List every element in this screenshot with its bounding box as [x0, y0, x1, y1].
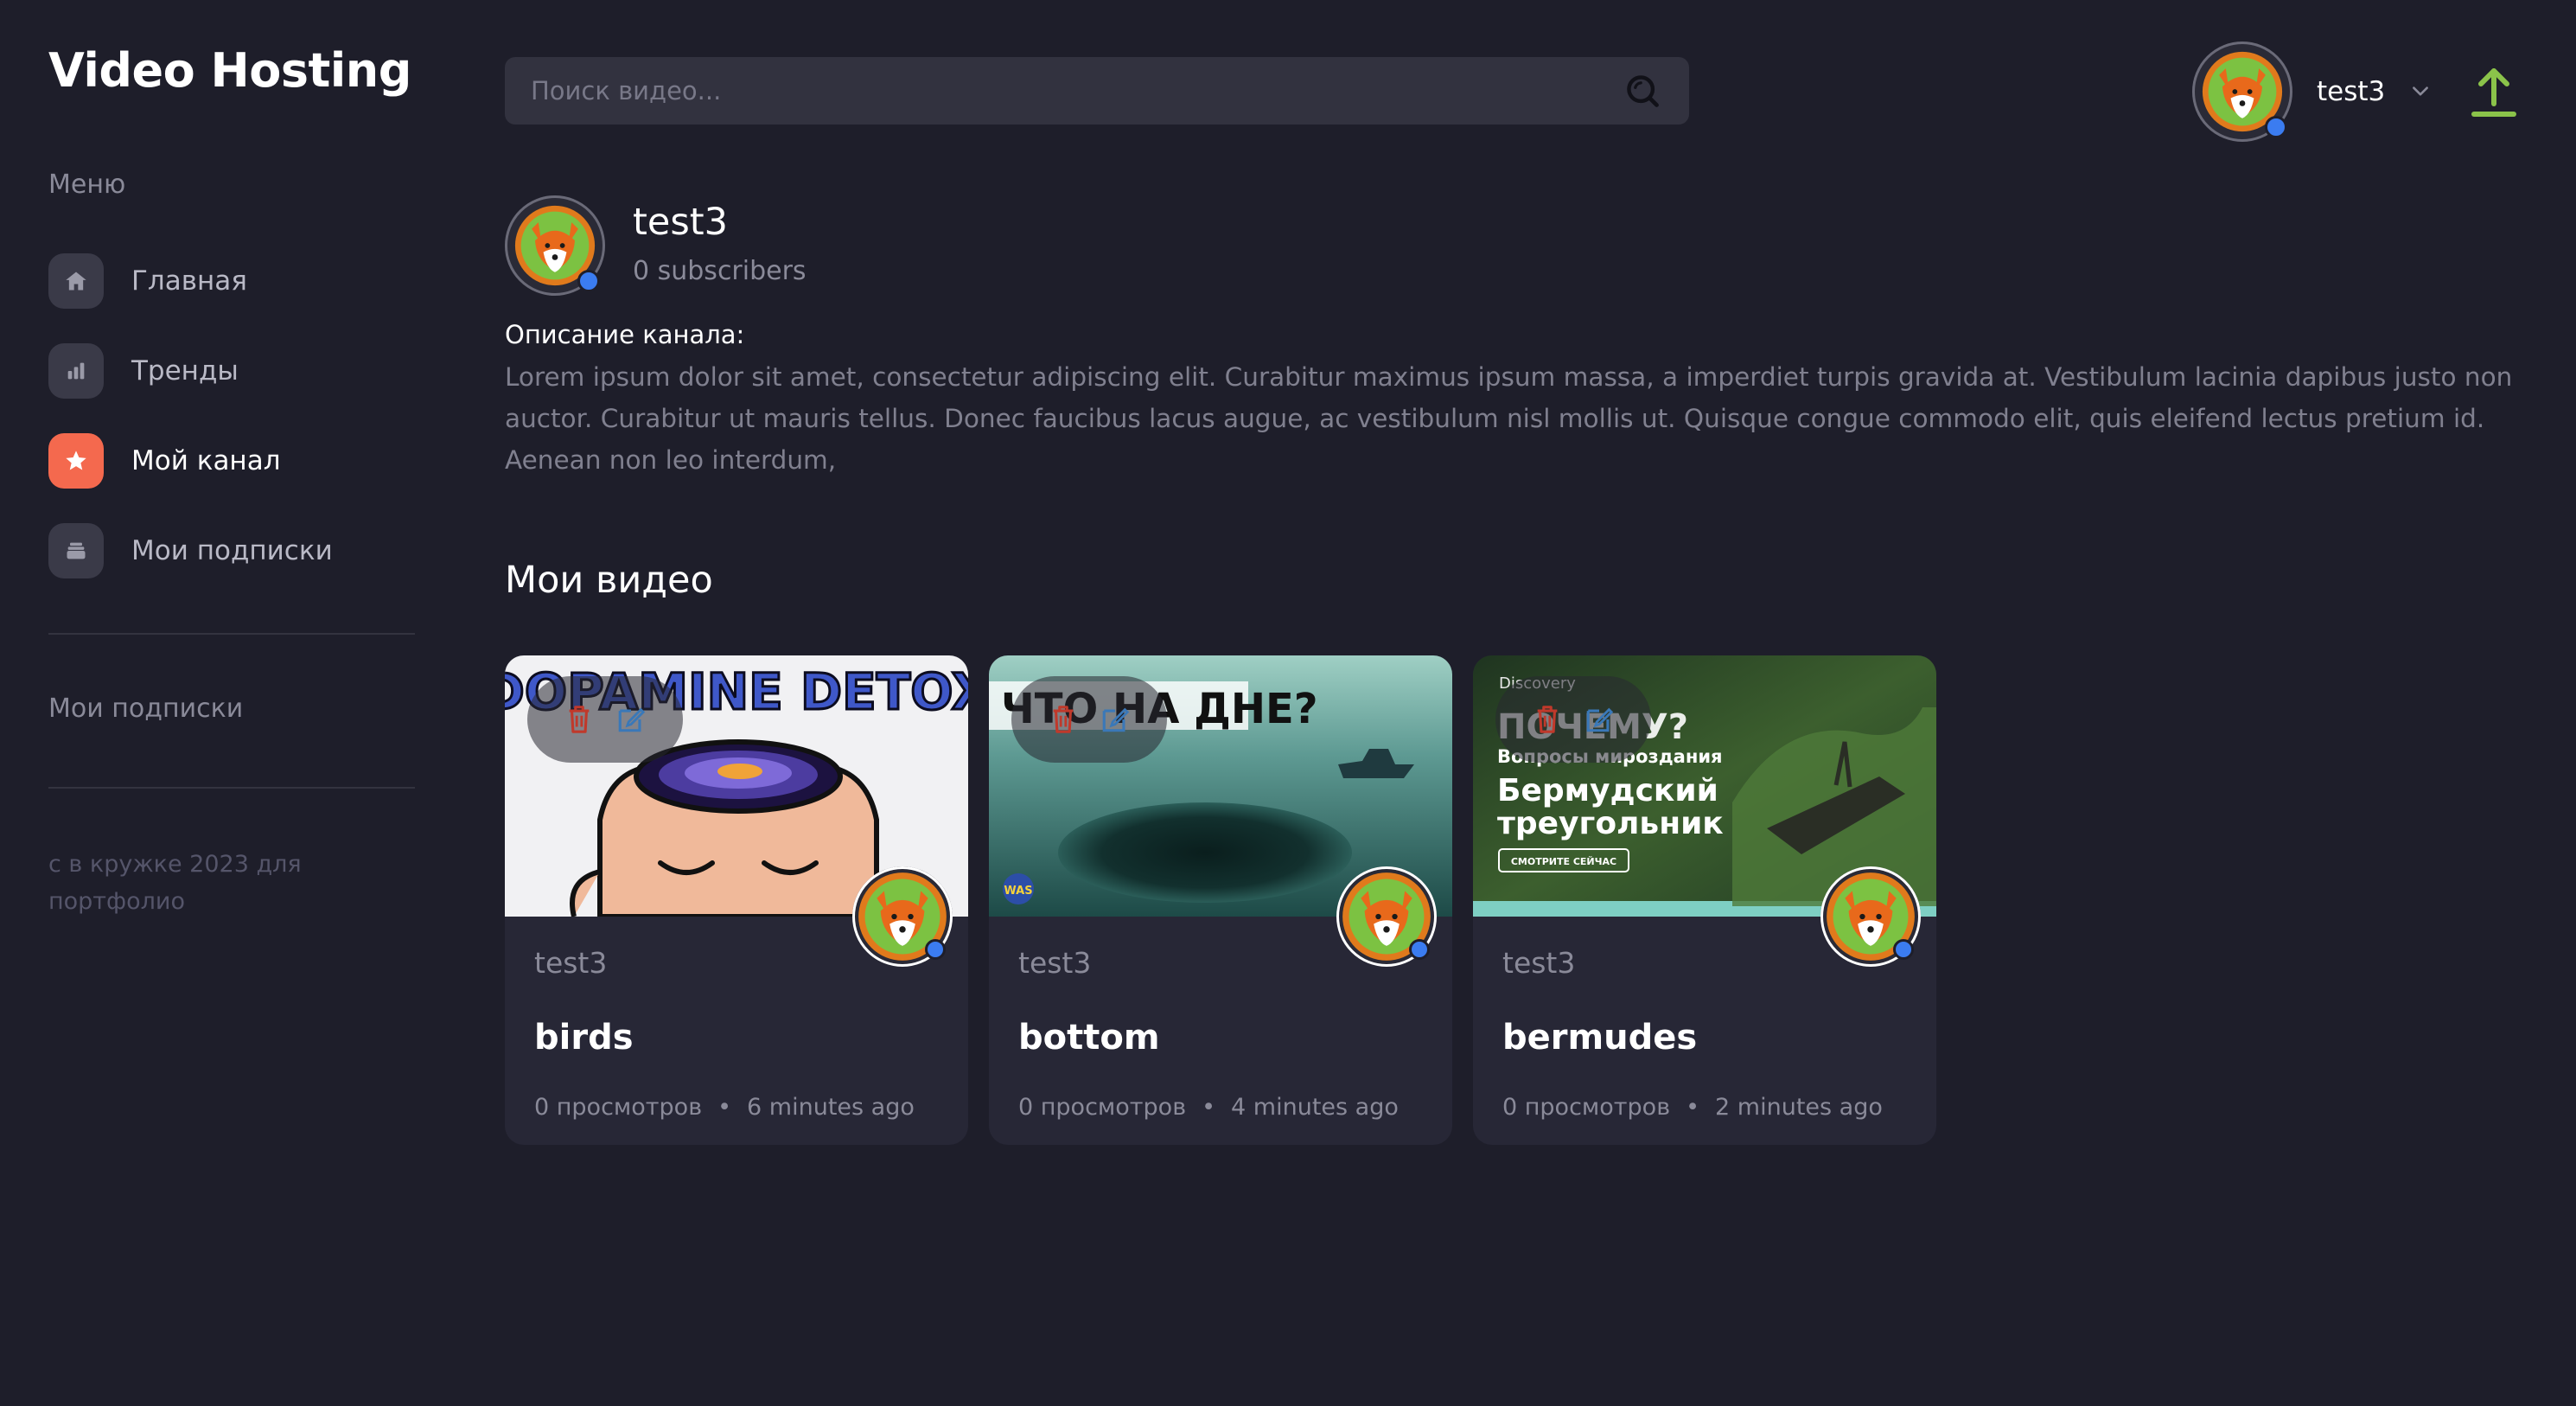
trash-icon [569, 706, 590, 733]
menu-caption: Меню [48, 169, 126, 200]
subscriber-count: 0 subscribers [633, 256, 807, 286]
home-icon [48, 253, 104, 309]
view-count: 0 просмотров [534, 1094, 703, 1121]
upload-time: 4 minutes ago [1231, 1094, 1399, 1121]
edit-button[interactable] [1582, 700, 1616, 738]
video-stats: 0 просмотров • 2 minutes ago [1502, 1094, 1910, 1121]
sidebar-nav: Главная Тренды Мой канал Мои подписки [48, 252, 420, 612]
sidebar-item-home[interactable]: Главная [48, 252, 420, 310]
video-stats: 0 просмотров • 4 minutes ago [1018, 1094, 1426, 1121]
stats-separator: • [1686, 1094, 1700, 1121]
video-card[interactable]: DOPAMINE DETOX test3 birds 0 просмотров … [505, 655, 968, 1145]
video-author[interactable]: test3 [1502, 946, 1910, 980]
video-grid: DOPAMINE DETOX test3 birds 0 просмотров … [505, 655, 1957, 1145]
video-author[interactable]: test3 [1018, 946, 1426, 980]
star-icon [48, 433, 104, 489]
view-count: 0 просмотров [1018, 1094, 1187, 1121]
sidebar-item-subscriptions[interactable]: Мои подписки [48, 522, 420, 579]
stats-separator: • [717, 1094, 732, 1121]
user-menu[interactable]: test3 [2192, 42, 2432, 142]
upload-button[interactable] [2471, 66, 2517, 118]
chevron-down-icon [2413, 86, 2429, 96]
subscriptions-caption: Мои подписки [48, 693, 244, 724]
thumb-watch-now: СМОТРИТЕ СЕЙЧАС [1511, 856, 1616, 867]
upload-icon [2471, 68, 2516, 117]
thumb-line-2: треугольник [1497, 806, 1724, 841]
edit-icon [1102, 707, 1130, 732]
description-title: Описание канала: [505, 320, 745, 349]
verified-badge [2265, 116, 2287, 138]
video-title[interactable]: birds [534, 1018, 942, 1058]
card-actions [1495, 676, 1651, 763]
upload-time: 2 minutes ago [1715, 1094, 1883, 1121]
sidebar-item-label: Главная [131, 265, 247, 297]
inbox-icon [48, 523, 104, 578]
search-button[interactable] [1622, 70, 1663, 112]
sidebar-item-label: Мой канал [131, 445, 281, 476]
section-title: Мои видео [505, 559, 713, 602]
sidebar-item-label: Мои подписки [131, 535, 333, 566]
user-name: test3 [2317, 76, 2386, 107]
sidebar: Video Hosting Меню Главная Тренды Мой ка… [0, 0, 467, 1406]
card-actions [1011, 676, 1167, 763]
delete-button[interactable] [562, 700, 596, 738]
delete-button[interactable] [1046, 700, 1081, 738]
sidebar-item-label: Тренды [131, 355, 239, 387]
upload-time: 6 minutes ago [747, 1094, 915, 1121]
video-title[interactable]: bermudes [1502, 1018, 1910, 1058]
sidebar-item-trends[interactable]: Тренды [48, 342, 420, 399]
trash-icon [1537, 706, 1558, 733]
chart-icon [48, 343, 104, 399]
delete-button[interactable] [1530, 700, 1565, 738]
trash-icon [1053, 706, 1074, 733]
view-count: 0 просмотров [1502, 1094, 1671, 1121]
video-stats: 0 просмотров • 6 minutes ago [534, 1094, 942, 1121]
channel-header: test3 0 subscribers [505, 195, 807, 296]
edit-button[interactable] [614, 700, 648, 738]
sidebar-divider [48, 787, 415, 789]
video-card[interactable]: Discovery ПОЧЕМУ? Вопросы мироздания Бер… [1473, 655, 1936, 1145]
video-card[interactable]: ЧТО НА ДНЕ? WAS [989, 655, 1452, 1145]
edit-button[interactable] [1098, 700, 1132, 738]
stats-separator: • [1202, 1094, 1216, 1121]
search-bar [505, 57, 1689, 125]
video-author[interactable]: test3 [534, 946, 942, 980]
video-title[interactable]: bottom [1018, 1018, 1426, 1058]
channel-avatar [505, 195, 605, 296]
avatar [2192, 42, 2292, 142]
thumb-badge: WAS [1004, 885, 1032, 898]
sidebar-item-my-channel[interactable]: Мой канал [48, 432, 420, 489]
sidebar-divider [48, 633, 415, 635]
verified-badge [577, 270, 600, 292]
channel-name: test3 [633, 201, 728, 244]
channel-description: Lorem ipsum dolor sit amet, consectetur … [505, 362, 2513, 475]
edit-icon [1586, 707, 1614, 732]
search-icon [1627, 75, 1659, 107]
search-input[interactable] [531, 76, 1622, 105]
thumb-line-1: Бермудский [1497, 773, 1718, 808]
footer-note: с в кружке 2023 для портфолио [48, 851, 302, 915]
card-actions [527, 676, 683, 763]
edit-icon [618, 707, 646, 732]
app-logo[interactable]: Video Hosting [48, 43, 411, 98]
